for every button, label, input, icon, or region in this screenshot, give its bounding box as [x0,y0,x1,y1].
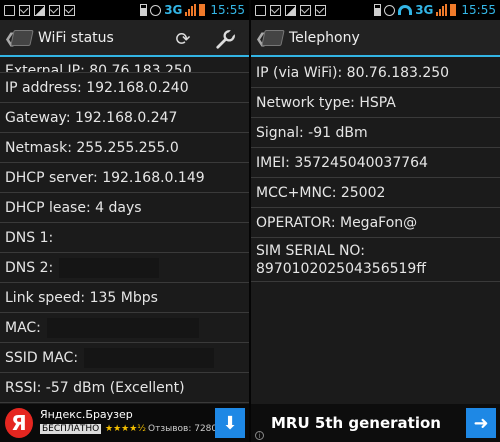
mail-icon [315,4,326,16]
arrow-right-icon[interactable]: ➜ [466,408,496,438]
list-item-imei: IMEI: 357245040037764 [251,148,500,178]
ad-text: MRU 5th generation [271,414,441,432]
redacted-value [59,257,160,278]
list-item-link-speed: Link speed: 135 Mbps [0,283,249,313]
wifi-status-screen: 3G 15:55 ❮ WiFi status ⟳ External IP: 80… [0,0,249,442]
mail-icon [64,4,75,16]
battery-icon [450,4,457,16]
list-item-dhcp-server: DHCP server: 192.168.0.149 [0,163,249,193]
clock: 15:55 [461,3,496,17]
page-title: Telephony [289,30,360,46]
battery-icon [199,4,206,16]
info-icon[interactable]: i [255,431,264,440]
download-arrow-icon[interactable]: ⬇ [215,408,245,438]
telephony-info-list: IP (via WiFi): 80.76.183.250 Network typ… [251,58,500,282]
list-item-ip-wifi: IP (via WiFi): 80.76.183.250 [251,58,500,88]
list-item-gateway: Gateway: 192.168.0.247 [0,103,249,133]
list-item-operator: OPERATOR: MegaFon@ [251,208,500,238]
alarm-icon [384,4,396,16]
notification-icon [255,4,266,16]
mail-icon [270,4,281,16]
screen: 3G 15:55 ❮ WiFi status ⟳ External IP: 80… [0,0,500,442]
status-bar: 3G 15:55 [0,0,249,20]
action-bar: ❮ WiFi status ⟳ [0,20,249,57]
status-bar: 3G 15:55 [251,0,500,20]
battery-small-icon [374,4,382,16]
clock: 15:55 [210,3,245,17]
list-item-dns2: DNS 2: [0,253,249,283]
wifi-icon [398,5,413,15]
list-item-external-ip: External IP: 80.76.183.250 [0,59,249,73]
list-item-signal: Signal: -91 dBm [251,118,500,148]
redacted-value [84,347,215,368]
list-item-mcc-mnc: MCC+MNC: 25002 [251,178,500,208]
list-item-ip-address: IP address: 192.168.0.240 [0,73,249,103]
sim-serial-label: SIM SERIAL NO: [256,242,365,259]
ad-free-badge: БЕСПЛАТНО [40,424,102,434]
list-item-dhcp-lease: DHCP lease: 4 days [0,193,249,223]
signal-icon [436,4,448,16]
rating-stars: ★★★★½ [105,424,146,434]
image-icon [34,4,45,16]
mail-icon [300,4,311,16]
wrench-icon[interactable] [214,27,238,51]
list-item-network-type: Network type: HSPA [251,88,500,118]
mail-icon [49,4,60,16]
wifi-app-icon[interactable] [10,30,34,46]
redacted-value [46,317,199,338]
battery-small-icon [140,4,148,16]
action-bar: ❮ Telephony [251,20,500,57]
ad-banner[interactable]: MRU 5th generation ➜ i [251,404,500,442]
telephony-screen: 3G 15:55 ❮ Telephony IP (via WiFi): 80.7… [251,0,500,442]
list-item-ssid-mac: SSID MAC: [0,343,249,373]
image-icon [285,4,296,16]
wifi-info-list: External IP: 80.76.183.250 IP address: 1… [0,59,249,403]
phone-app-icon[interactable] [261,30,285,46]
list-item-dns1: DNS 1: [0,223,249,253]
ad-reviews: Отзывов: 7280 [148,424,218,434]
signal-icon [185,4,197,16]
network-type: 3G [415,3,434,17]
sim-serial-value: 897010202504356519ff [256,260,426,277]
page-title: WiFi status [38,30,114,46]
ad-title: Яндекс.Браузер [40,408,133,421]
list-item-mac: MAC: [0,313,249,343]
yandex-logo: Я [5,408,33,438]
list-item-netmask: Netmask: 255.255.255.0 [0,133,249,163]
list-item-rssi: RSSI: -57 dBm (Excellent) [0,373,249,403]
list-item-sim-serial: SIM SERIAL NO: 897010202504356519ff [251,238,500,282]
refresh-icon[interactable]: ⟳ [171,27,195,51]
notification-icon [4,4,15,16]
alarm-icon [150,4,162,16]
mail-icon [19,4,30,16]
ad-banner[interactable]: Я Яндекс.Браузер БЕСПЛАТНО ★★★★½ Отзывов… [0,404,249,442]
network-type: 3G [164,3,183,17]
